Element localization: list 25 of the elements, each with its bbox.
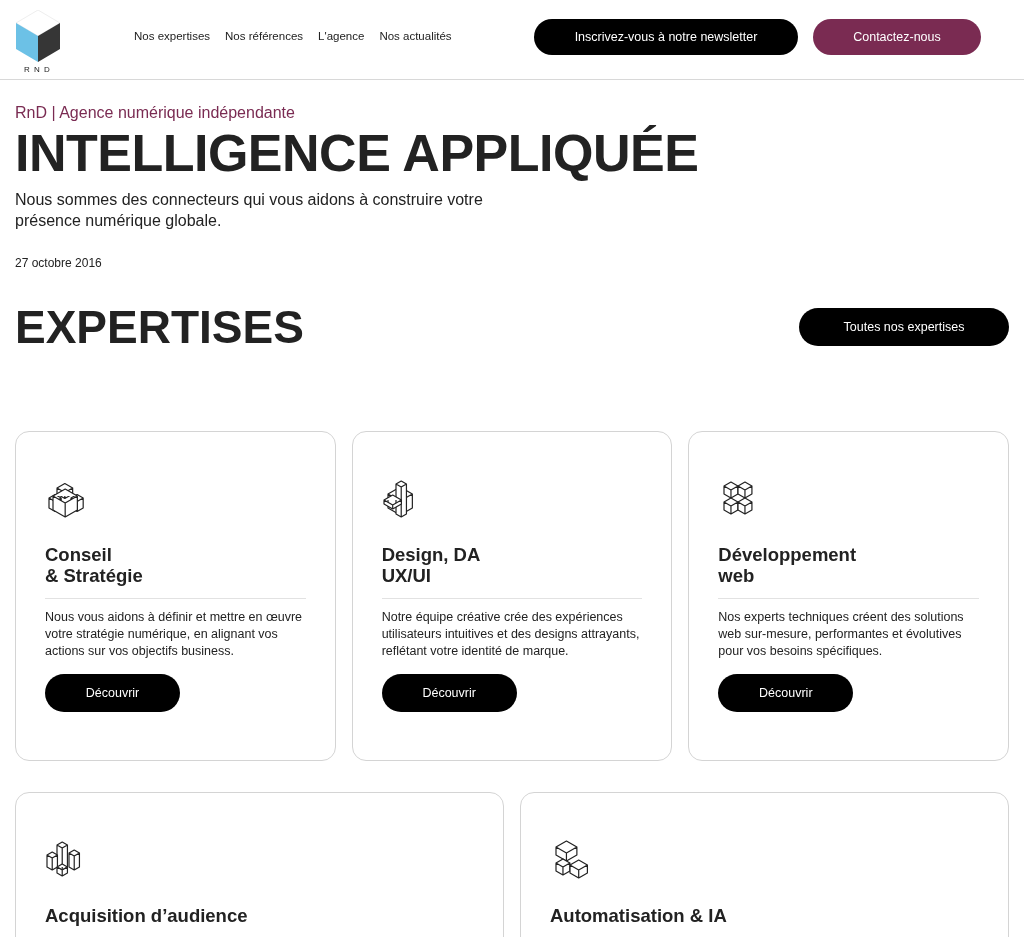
card-title: Acquisition d’audience (45, 905, 249, 926)
card-title: Automatisation & IA (550, 905, 728, 926)
discover-button[interactable]: Découvrir (718, 674, 854, 712)
contact-button[interactable]: Contactez-nous (813, 18, 981, 55)
card-title: Conseil & Stratégie (45, 544, 144, 586)
card-text: Nos experts techniques créent des solutions web sur-mesure, performantes et évolutives pour vos besoins spécifiques. (718, 609, 965, 660)
card-text: Notre équipe créative crée des expériences utilisateurs intuitives et des designs attrayants, reflétant votre identité de marque. (381, 609, 641, 660)
logo-text: R N D (24, 64, 51, 74)
nav-link[interactable]: Nos expertises (134, 30, 211, 42)
logo-cube-icon[interactable] (15, 9, 60, 62)
all-expertises-button[interactable]: Toutes nos expertises (799, 308, 1009, 346)
newsletter-button[interactable]: Inscrivez-vous à notre newsletter (534, 18, 798, 55)
nav-link[interactable]: L'agence (318, 30, 365, 42)
discover-button[interactable]: Découvrir (381, 674, 517, 712)
hero-eyebrow: RnD | Agence numérique indépendante (15, 104, 296, 122)
section-title: EXPERTISES (15, 300, 304, 354)
discover-button[interactable]: Découvrir (45, 674, 180, 712)
card-title: Design, DA UX/UI (381, 544, 482, 586)
card-text: Nous vous aidons à définir et mettre en œuvre votre stratégie numérique, en alignant vos actions sur vos objectifs business. (45, 609, 304, 660)
hero-lead: Nous sommes des connecteurs qui vous aidons à construire votre présence numérique globale. (15, 190, 484, 231)
card-title: Développement web (718, 544, 858, 586)
nav-link[interactable]: Nos références (225, 30, 304, 42)
hero-title: INTELLIGENCE APPLIQUÉE (15, 125, 700, 181)
date-text: 27 octobre 2016 (15, 256, 103, 270)
nav-link[interactable]: Nos actualités (379, 30, 452, 42)
